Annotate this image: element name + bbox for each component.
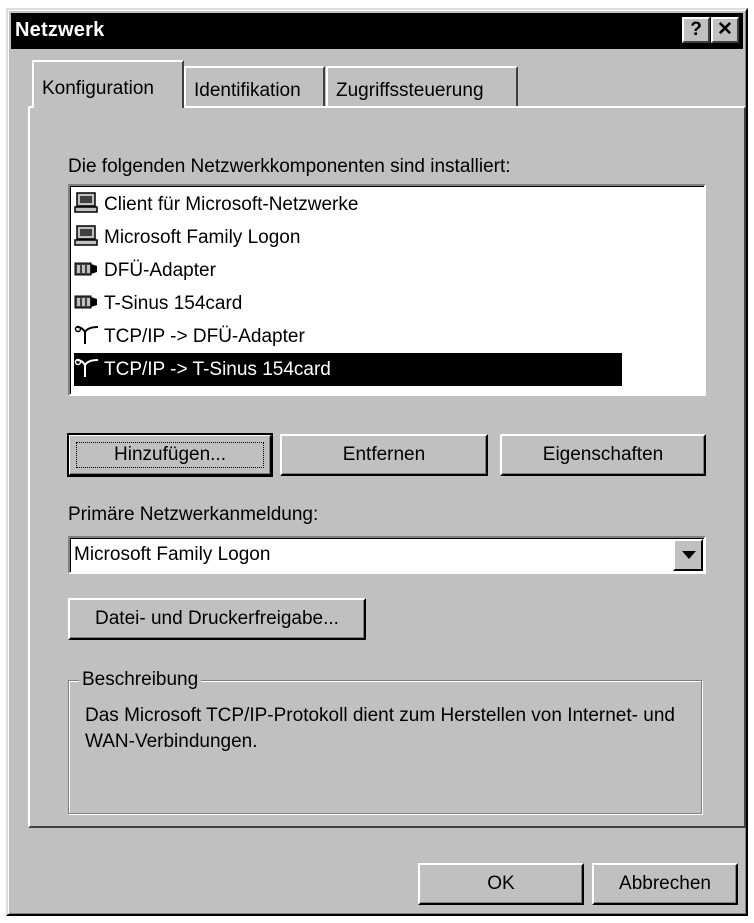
client-icon <box>74 225 98 246</box>
configuration-panel: Die folgenden Netzwerkkomponenten sind i… <box>28 106 746 828</box>
list-item[interactable]: Client für Microsoft-Netzwerke <box>74 188 696 221</box>
protocol-icon <box>74 358 99 377</box>
network-adapter-icon <box>74 262 97 276</box>
help-icon: ? <box>690 19 702 40</box>
cancel-button[interactable]: Abbrechen <box>592 863 738 905</box>
tab-zugriffssteuerung[interactable]: Zugriffssteuerung <box>326 66 518 108</box>
add-button[interactable]: Hinzufügen... <box>67 433 273 477</box>
close-icon: ✕ <box>717 19 733 40</box>
list-item-label: TCP/IP -> T-Sinus 154card <box>104 359 331 380</box>
title-bar[interactable]: Netzwerk ? ✕ <box>11 13 743 49</box>
ok-button[interactable]: OK <box>418 863 584 905</box>
list-item-label: TCP/IP -> DFÜ-Adapter <box>104 326 305 347</box>
tab-konfiguration[interactable]: Konfiguration <box>32 60 184 108</box>
list-item-label: Microsoft Family Logon <box>104 227 301 248</box>
network-adapter-icon <box>74 295 97 309</box>
window-title: Netzwerk <box>15 19 105 41</box>
primary-logon-value: Microsoft Family Logon <box>74 544 271 565</box>
ok-button-label: OK <box>487 873 515 894</box>
properties-button-label: Eigenschaften <box>542 444 664 465</box>
remove-button-label: Entfernen <box>342 444 426 465</box>
list-item-label: Client für Microsoft-Netzwerke <box>104 194 359 215</box>
file-print-sharing-button[interactable]: Datei- und Druckerfreigabe... <box>68 598 366 640</box>
chevron-down-icon[interactable] <box>673 539 703 571</box>
cancel-button-label: Abbrechen <box>619 873 711 894</box>
protocol-icon <box>74 325 99 344</box>
remove-button[interactable]: Entfernen <box>280 434 488 476</box>
client-icon <box>74 192 98 213</box>
tab-label: Zugriffssteuerung <box>336 80 484 101</box>
components-label: Die folgenden Netzwerkkomponenten sind i… <box>68 156 511 177</box>
help-button[interactable]: ? <box>682 17 710 43</box>
primary-logon-select[interactable]: Microsoft Family Logon <box>68 536 706 574</box>
tab-identifikation[interactable]: Identifikation <box>184 66 325 108</box>
list-item[interactable]: TCP/IP -> DFÜ-Adapter <box>74 320 696 353</box>
list-item[interactable]: T-Sinus 154card <box>74 287 696 320</box>
list-item[interactable]: Microsoft Family Logon <box>74 221 696 254</box>
primary-logon-label: Primäre Netzwerkanmeldung: <box>68 504 319 525</box>
description-legend: Beschreibung <box>79 669 202 691</box>
tab-label: Konfiguration <box>42 78 154 99</box>
properties-button[interactable]: Eigenschaften <box>500 434 706 476</box>
focus-rectangle <box>76 442 264 468</box>
network-dialog: Netzwerk ? ✕ Konfiguration Identifikatio… <box>6 8 748 916</box>
tab-label: Identifikation <box>194 80 301 101</box>
description-group: Beschreibung Das Microsoft TCP/IP-Protok… <box>68 669 702 814</box>
close-button[interactable]: ✕ <box>711 17 739 43</box>
list-item[interactable]: DFÜ-Adapter <box>74 254 696 287</box>
components-list[interactable]: Client für Microsoft-Netzwerke Microsoft… <box>68 184 706 396</box>
list-item-label: DFÜ-Adapter <box>104 260 216 281</box>
list-item-label: T-Sinus 154card <box>104 293 243 314</box>
list-item[interactable]: TCP/IP -> T-Sinus 154card <box>74 353 622 386</box>
file-print-sharing-label: Datei- und Druckerfreigabe... <box>95 608 339 629</box>
description-text: Das Microsoft TCP/IP-Protokoll dient zum… <box>85 705 675 752</box>
